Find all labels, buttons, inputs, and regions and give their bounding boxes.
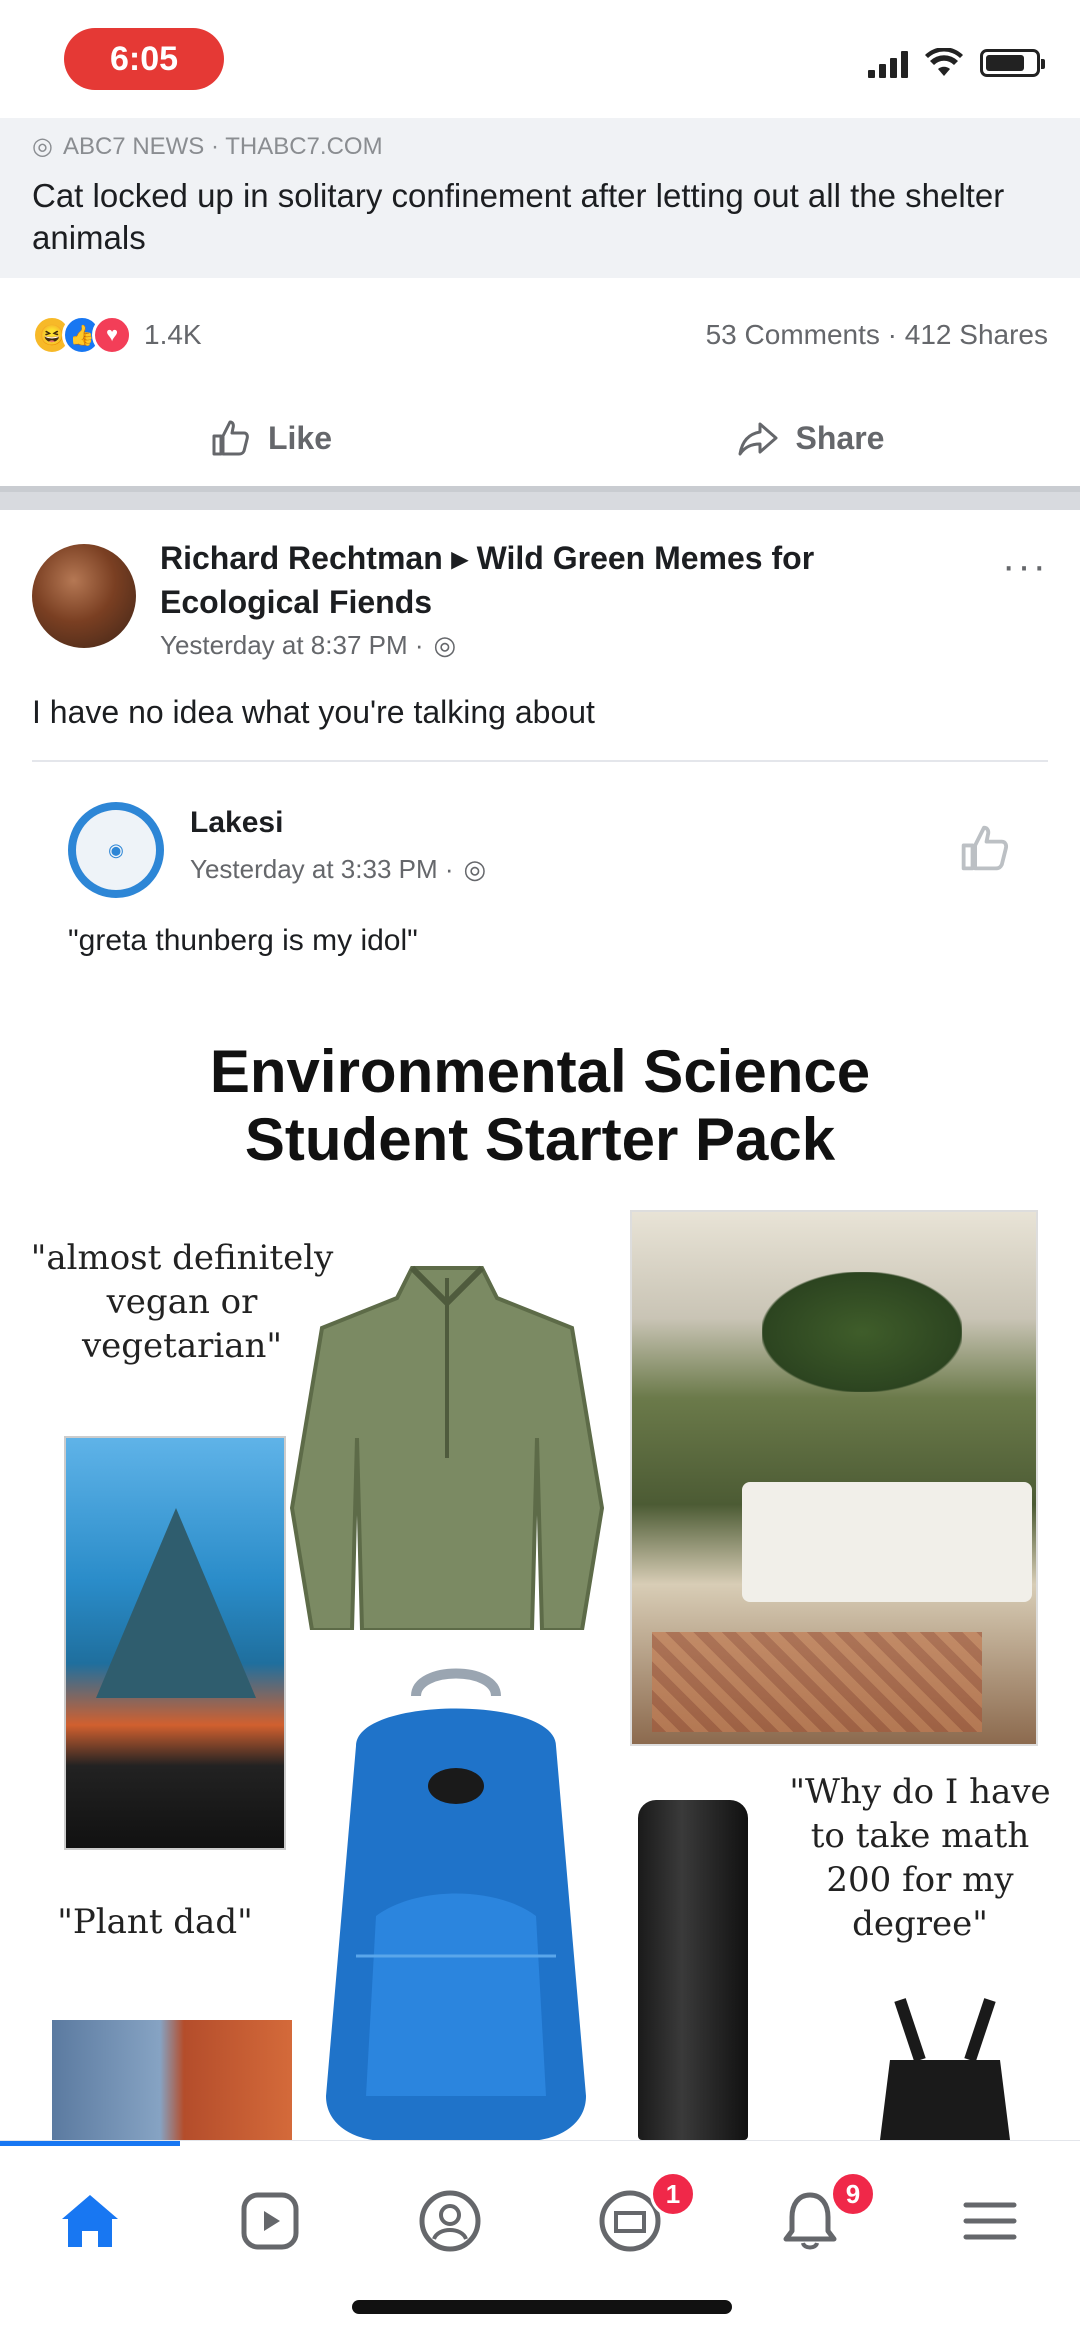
water-bottle-image	[638, 1800, 748, 2140]
link-preview[interactable]: ◎ ABC7 NEWS · THABC7.COM Cat locked up i…	[0, 118, 1080, 278]
thumbs-up-icon	[212, 420, 249, 456]
blue-backpack-image	[326, 1668, 586, 2140]
link-preview-source: ◎ ABC7 NEWS · THABC7.COM	[32, 132, 383, 161]
quoted-timestamp: Yesterday at 3:33 PM · ◎	[190, 854, 487, 884]
post-image[interactable]: Environmental Science Student Starter Pa…	[0, 1000, 1080, 2140]
plant-room-image	[630, 1210, 1038, 1746]
status-time: 6:05	[64, 28, 224, 90]
more-options-button[interactable]: ···	[1002, 544, 1048, 589]
nav-home[interactable]	[0, 2171, 180, 2271]
thumbs-up-icon[interactable]	[956, 820, 1012, 876]
post-timestamp[interactable]: Yesterday at 8:37 PM · ◎	[160, 630, 456, 661]
share-button[interactable]: Share	[540, 416, 1080, 460]
video-icon	[241, 2192, 299, 2250]
marketplace-badge: 1	[650, 2171, 696, 2217]
home-icon	[62, 2195, 118, 2247]
patagonia-book-image	[64, 1436, 286, 1850]
profile-icon	[419, 2190, 481, 2252]
fleece-jacket-image	[289, 1265, 605, 1630]
nav-notifications[interactable]: 9	[720, 2171, 900, 2271]
post-text: I have no idea what you're talking about	[32, 694, 595, 730]
home-indicator[interactable]	[352, 2300, 732, 2314]
feed-divider	[0, 486, 1080, 510]
love-reaction-icon: ♥	[92, 315, 132, 355]
nav-watch[interactable]	[180, 2171, 360, 2271]
post-header: Richard Rechtman ▸ Wild Green Memes for …	[0, 530, 1080, 670]
status-icons	[868, 47, 1045, 78]
link-preview-title: Cat locked up in solitary confinement af…	[32, 177, 1005, 256]
reaction-icons: 😆 👍 ♥	[32, 315, 132, 355]
globe-icon: ◎	[32, 133, 53, 160]
post-actions: Like Share	[0, 390, 1080, 486]
signal-icon	[868, 48, 908, 78]
like-button[interactable]: Like	[0, 416, 540, 460]
globe-icon: ◎	[463, 854, 487, 884]
quoted-text: "greta thunberg is my idol"	[68, 924, 418, 957]
loading-progress-bar	[0, 2141, 180, 2146]
notifications-badge: 9	[830, 2171, 876, 2217]
people-photo-image	[52, 2020, 292, 2140]
status-bar: 6:05	[0, 0, 1080, 118]
comments-shares-count[interactable]: 53 Comments · 412 Shares	[706, 319, 1048, 351]
quoted-avatar[interactable]: ◉	[68, 802, 164, 898]
menu-icon	[963, 2202, 1017, 2240]
nav-menu[interactable]	[900, 2171, 1080, 2271]
reaction-count[interactable]: 1.4K	[144, 319, 202, 351]
nav-profile[interactable]	[360, 2171, 540, 2271]
meme-caption-plant-dad: "Plant dad"	[57, 1902, 253, 1942]
globe-icon: ◎	[433, 630, 457, 660]
share-arrow-icon	[738, 422, 778, 456]
reaction-summary[interactable]: 😆 👍 ♥ 1.4K 53 Comments · 412 Shares	[0, 300, 1080, 370]
battery-icon	[980, 49, 1045, 77]
meme-caption-math: "Why do I have to take math 200 for my d…	[789, 1772, 1051, 1944]
post-author[interactable]: Richard Rechtman ▸ Wild Green Memes for …	[160, 536, 940, 624]
author-avatar[interactable]	[32, 544, 136, 648]
quoted-comment-card[interactable]: ◉ Lakesi Yesterday at 3:33 PM · ◎ "greta…	[32, 760, 1048, 988]
meme-title: Environmental Science Student Starter Pa…	[209, 1038, 871, 1173]
wifi-icon	[924, 47, 964, 78]
quoted-name[interactable]: Lakesi	[190, 806, 283, 840]
tote-bag-image	[880, 1998, 1010, 2140]
nav-items: 1 9	[0, 2171, 1080, 2271]
nav-marketplace[interactable]: 1	[540, 2171, 720, 2271]
